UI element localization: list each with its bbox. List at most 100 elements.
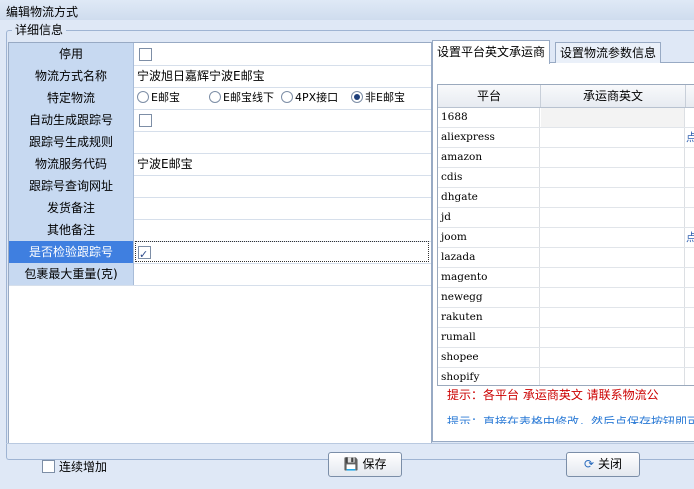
continuous-add-label: 连续增加 (59, 460, 108, 474)
radio-dot-icon (281, 91, 293, 103)
track-rule-label: 跟踪号生成规则 (9, 131, 134, 153)
platform-cell: amazon (438, 148, 540, 167)
carrier-cell[interactable] (541, 328, 685, 347)
details-group-legend: 详细信息 (12, 23, 67, 37)
table-row: magento (438, 268, 694, 288)
row-action-link[interactable]: 点 (686, 128, 694, 147)
disabled-label: 停用 (9, 43, 134, 65)
save-label: 保存 (362, 457, 387, 471)
platform-cell: aliexpress (438, 128, 540, 147)
ship-note-label: 发货备注 (9, 197, 134, 219)
auto-track-checkbox[interactable] (139, 114, 152, 127)
platform-cell: cdis (438, 168, 540, 187)
track-url-field[interactable] (135, 175, 431, 196)
max-weight-field[interactable] (135, 263, 431, 284)
platform-cell: rakuten (438, 308, 540, 327)
auto-track-label: 自动生成跟踪号 (9, 109, 134, 131)
other-note-label: 其他备注 (9, 219, 134, 241)
special-label: 特定物流 (9, 87, 134, 109)
table-row: amazon (438, 148, 694, 168)
carrier-cell[interactable] (541, 168, 685, 187)
window-title: 编辑物流方式 (6, 5, 79, 19)
save-button[interactable]: 💾 保存 (328, 452, 402, 477)
radio-dot-icon (351, 91, 363, 103)
platform-cell: newegg (438, 288, 540, 307)
name-label: 物流方式名称 (9, 65, 134, 87)
radio-eyoubao-offline[interactable]: E邮宝线下 (209, 87, 274, 109)
table-row: rumall (438, 328, 694, 348)
carrier-grid: 平台 承运商英文 1688aliexpress 点 amazoncdisdhgate… (437, 84, 694, 386)
table-row: dhgate (438, 188, 694, 208)
carrier-cell[interactable] (541, 248, 685, 267)
carrier-cell[interactable] (541, 208, 685, 227)
platform-cell: shopify (438, 368, 540, 385)
row-other-note: 其他备注 (9, 219, 431, 242)
save-icon: 💾 (343, 457, 359, 471)
tip-line-2: 提示：直接在表格中修改，然后点保存按钮即可 (447, 415, 694, 424)
carrier-cell[interactable] (541, 348, 685, 367)
service-code-label: 物流服务代码 (9, 153, 134, 175)
track-url-label: 跟踪号查询网址 (9, 175, 134, 197)
grid-header-carrier[interactable]: 承运商英文 (541, 85, 686, 107)
close-label: 关闭 (598, 457, 623, 471)
platform-cell: magento (438, 268, 540, 287)
carrier-cell[interactable] (541, 148, 685, 167)
refresh-close-icon: ⟳ (583, 457, 595, 471)
platform-cell: dhgate (438, 188, 540, 207)
auto-track-value (135, 109, 431, 130)
disabled-value (135, 43, 431, 64)
row-auto-track: 自动生成跟踪号 (9, 109, 431, 132)
grid-header: 平台 承运商英文 (438, 85, 694, 108)
table-row: lazada (438, 248, 694, 268)
verify-track-value (135, 241, 429, 266)
carrier-cell[interactable] (541, 268, 685, 287)
details-form: 停用 物流方式名称 宁波旭日嘉辉宁波E邮宝 特定物流 E邮宝 E邮宝线下 4PX… (8, 42, 432, 444)
table-row: newegg (438, 288, 694, 308)
table-row: jd (438, 208, 694, 228)
ship-note-field[interactable] (135, 197, 431, 218)
service-code-field[interactable]: 宁波E邮宝 (135, 153, 431, 174)
carrier-cell[interactable] (541, 108, 685, 127)
row-service-code: 物流服务代码 宁波E邮宝 (9, 153, 431, 176)
platform-cell: rumall (438, 328, 540, 347)
row-verify-track: 是否检验跟踪号 (9, 241, 431, 266)
row-action-link[interactable]: 点 (686, 228, 694, 247)
carrier-cell[interactable] (541, 228, 685, 247)
checkbox-icon (42, 460, 55, 473)
carrier-cell[interactable] (541, 188, 685, 207)
tab-platform-carrier[interactable]: 设置平台英文承运商 (432, 40, 551, 64)
carrier-cell[interactable] (541, 128, 685, 147)
carrier-cell[interactable] (541, 308, 685, 327)
radio-eyoubao[interactable]: E邮宝 (137, 87, 180, 109)
carrier-cell[interactable] (541, 288, 685, 307)
continuous-add-checkbox[interactable]: 连续增加 (42, 458, 107, 475)
title-bar: 编辑物流方式 (0, 0, 694, 21)
row-track-url: 跟踪号查询网址 (9, 175, 431, 198)
platform-cell: shopee (438, 348, 540, 367)
table-row: shopify (438, 368, 694, 385)
radio-dot-icon (209, 91, 221, 103)
carrier-cell[interactable] (541, 368, 685, 385)
disabled-checkbox[interactable] (139, 48, 152, 61)
row-name: 物流方式名称 宁波旭日嘉辉宁波E邮宝 (9, 65, 431, 88)
platform-cell: lazada (438, 248, 540, 267)
verify-track-checkbox[interactable] (138, 244, 151, 266)
other-note-field[interactable] (135, 219, 431, 240)
row-track-rule: 跟踪号生成规则 (9, 131, 431, 154)
row-special: 特定物流 E邮宝 E邮宝线下 4PX接口 非E邮宝 (9, 87, 431, 110)
table-row: aliexpress 点 (438, 128, 694, 148)
track-rule-field[interactable] (135, 131, 431, 152)
radio-dot-icon (137, 91, 149, 103)
table-row: cdis (438, 168, 694, 188)
close-button[interactable]: ⟳ 关闭 (566, 452, 640, 477)
grid-header-platform[interactable]: 平台 (438, 85, 541, 107)
table-row: joom 点 (438, 228, 694, 248)
tip-line-1: 提示：各平台 承运商英文 请联系物流公 (447, 388, 659, 402)
radio-non-eyoubao[interactable]: 非E邮宝 (351, 87, 405, 109)
tab-logistics-params[interactable]: 设置物流参数信息 (555, 42, 662, 63)
name-field[interactable]: 宁波旭日嘉辉宁波E邮宝 (135, 65, 431, 86)
radio-4px[interactable]: 4PX接口 (281, 87, 338, 109)
row-max-weight: 包裹最大重量(克) (9, 263, 431, 286)
platform-cell: jd (438, 208, 540, 227)
max-weight-label: 包裹最大重量(克) (9, 263, 134, 285)
